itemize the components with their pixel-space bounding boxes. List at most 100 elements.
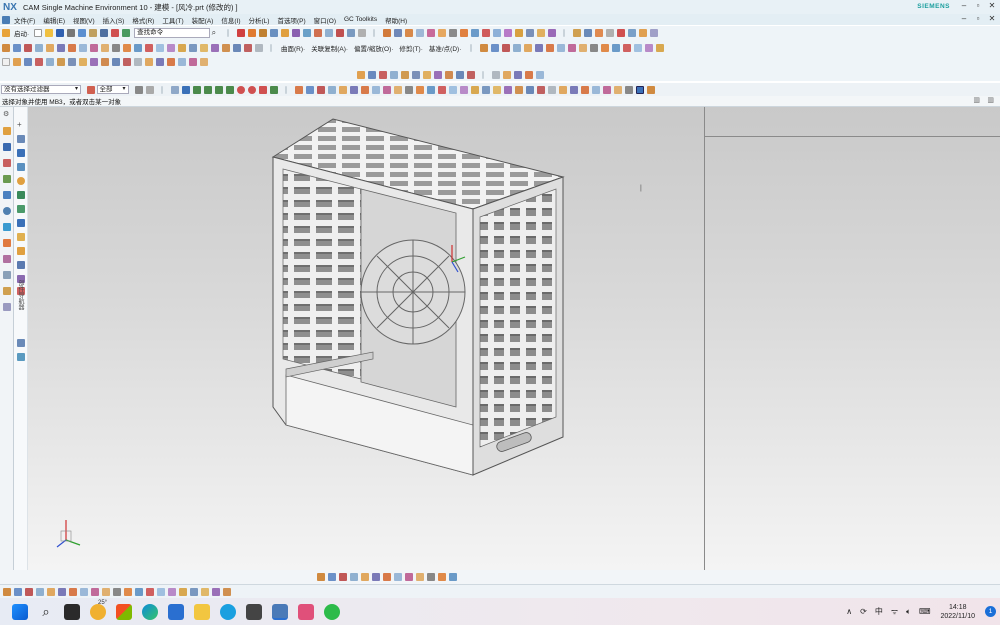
rectangle-select-icon[interactable]	[145, 85, 154, 94]
connected-curves-icon[interactable]	[382, 85, 391, 94]
groove-icon[interactable]	[111, 43, 120, 52]
clock[interactable]: 14:18 2022/11/10	[940, 603, 975, 621]
part-navigator-icon[interactable]	[3, 127, 11, 135]
bottom-view-button-icon[interactable]	[360, 573, 369, 581]
intersect-icon[interactable]	[357, 29, 366, 37]
plus-icon[interactable]: +	[17, 121, 25, 129]
front-view-icon[interactable]	[524, 70, 533, 79]
web-browser-icon[interactable]	[3, 207, 11, 215]
system-scenes-icon[interactable]	[3, 303, 11, 311]
boss-icon[interactable]	[302, 29, 311, 37]
trim-body-icon[interactable]	[448, 29, 457, 37]
make-parallel-icon[interactable]	[578, 43, 587, 52]
draft-icon[interactable]	[415, 29, 424, 37]
line-icon[interactable]	[247, 29, 256, 37]
sphere-icon[interactable]	[78, 43, 87, 52]
curve-analysis-icon[interactable]	[613, 85, 622, 94]
properties-icon[interactable]	[91, 587, 99, 596]
constraint-navigator-icon[interactable]	[3, 159, 11, 167]
paste-face-icon[interactable]	[622, 43, 631, 52]
tangent-curves-icon[interactable]	[371, 85, 380, 94]
offset-region-icon[interactable]	[144, 43, 153, 52]
edit-feature-icon[interactable]	[12, 57, 21, 66]
selection-scope-select[interactable]: 全部	[96, 85, 129, 94]
adjacent-face-icon[interactable]	[404, 85, 413, 94]
resize-face-icon[interactable]	[155, 43, 164, 52]
back-view-button-icon[interactable]	[349, 573, 358, 581]
arc-icon[interactable]	[258, 29, 267, 37]
trim-menu[interactable]: 修剪(T)·	[399, 43, 422, 53]
feishu-icon[interactable]	[168, 603, 184, 620]
history-icon[interactable]	[3, 223, 11, 231]
nx-taskbar-icon[interactable]	[272, 603, 288, 620]
single-curve-icon[interactable]	[393, 85, 402, 94]
blank-icon[interactable]	[1, 57, 10, 66]
paste-icon[interactable]	[88, 29, 97, 37]
hd3d-tools-icon[interactable]	[3, 191, 11, 199]
notification-badge[interactable]: 1	[985, 606, 996, 617]
datum-csys-icon[interactable]	[23, 43, 32, 52]
menu-window[interactable]: 窗口(O)	[310, 15, 340, 25]
fan-enclosure-model[interactable]	[28, 107, 1000, 570]
revolve-icon[interactable]	[280, 29, 289, 37]
search-icon[interactable]: ⌕	[38, 604, 54, 620]
face-blend-icon[interactable]	[188, 43, 197, 52]
bridge-curve-icon[interactable]	[210, 43, 219, 52]
pull-face-icon[interactable]	[490, 43, 499, 52]
make-perpendicular-icon[interactable]	[589, 43, 598, 52]
start-menu[interactable]: 启动·	[14, 28, 29, 38]
make-tangent-icon[interactable]	[556, 43, 565, 52]
minimize-button[interactable]: –	[958, 1, 970, 10]
hole-feature-icon[interactable]	[17, 219, 25, 227]
trimetric-button-icon[interactable]	[382, 573, 391, 581]
reuse-library-icon[interactable]	[3, 175, 11, 183]
body-feature-icon[interactable]	[17, 191, 25, 199]
cone-icon[interactable]	[67, 43, 76, 52]
snap-point-on-curve-icon[interactable]	[269, 85, 278, 94]
note-icon[interactable]	[536, 85, 545, 94]
right-view-button-icon[interactable]	[338, 573, 347, 581]
offset-face-icon[interactable]	[470, 29, 479, 37]
cut-face-icon[interactable]	[611, 43, 620, 52]
angular-dimension-icon[interactable]	[523, 43, 532, 52]
repeat-command-icon[interactable]	[110, 29, 119, 37]
menu-gc-toolkits[interactable]: GC Toolkits	[340, 16, 381, 23]
customize-icon[interactable]	[646, 85, 655, 94]
intersect-curve-icon[interactable]	[594, 29, 603, 37]
shaded-with-edges-icon[interactable]	[411, 70, 420, 79]
make-symmetric-icon[interactable]	[567, 43, 576, 52]
ruled-surface-icon[interactable]	[221, 43, 230, 52]
menu-information[interactable]: 信息(I)	[217, 15, 244, 25]
follow-fillet-icon[interactable]	[327, 85, 336, 94]
rotate-icon[interactable]	[389, 70, 398, 79]
export-icon[interactable]	[58, 587, 66, 596]
select-bodies-icon[interactable]	[181, 85, 190, 94]
invert-show-icon[interactable]	[199, 57, 208, 66]
block-icon[interactable]	[45, 43, 54, 52]
isometric-view-icon[interactable]	[502, 70, 511, 79]
graphics-window[interactable]: |	[28, 107, 1000, 570]
utilities-icon[interactable]	[124, 587, 132, 596]
chamfer-icon[interactable]	[393, 29, 402, 37]
pan-icon[interactable]	[378, 70, 387, 79]
doc-restore-button[interactable]: ▫	[972, 14, 984, 23]
unsuppress-feature-icon[interactable]	[78, 57, 87, 66]
input-method-indicator[interactable]: 中	[875, 606, 883, 617]
tube-icon[interactable]	[89, 43, 98, 52]
hole-faces-icon[interactable]	[503, 85, 512, 94]
feature-icon[interactable]	[17, 149, 25, 157]
print-icon[interactable]	[69, 587, 77, 596]
undo-list-icon[interactable]	[223, 587, 231, 596]
menu-format[interactable]: 格式(R)	[128, 15, 158, 25]
face-rule-icon[interactable]	[305, 85, 314, 94]
region-faces-icon[interactable]	[437, 85, 446, 94]
subtract-icon[interactable]	[346, 29, 355, 37]
blend-faces-icon[interactable]	[514, 85, 523, 94]
type-filter-select[interactable]: 没有选择过滤器	[1, 85, 81, 94]
linear-dimension-icon[interactable]	[501, 43, 510, 52]
datum-axis-icon[interactable]	[12, 43, 21, 52]
slot-faces-icon[interactable]	[492, 85, 501, 94]
menu-analysis[interactable]: 分析(L)	[244, 15, 273, 25]
surface-menu[interactable]: 曲面(R)·	[281, 43, 305, 53]
show-hidden-icons-icon[interactable]: ∧	[846, 607, 852, 616]
